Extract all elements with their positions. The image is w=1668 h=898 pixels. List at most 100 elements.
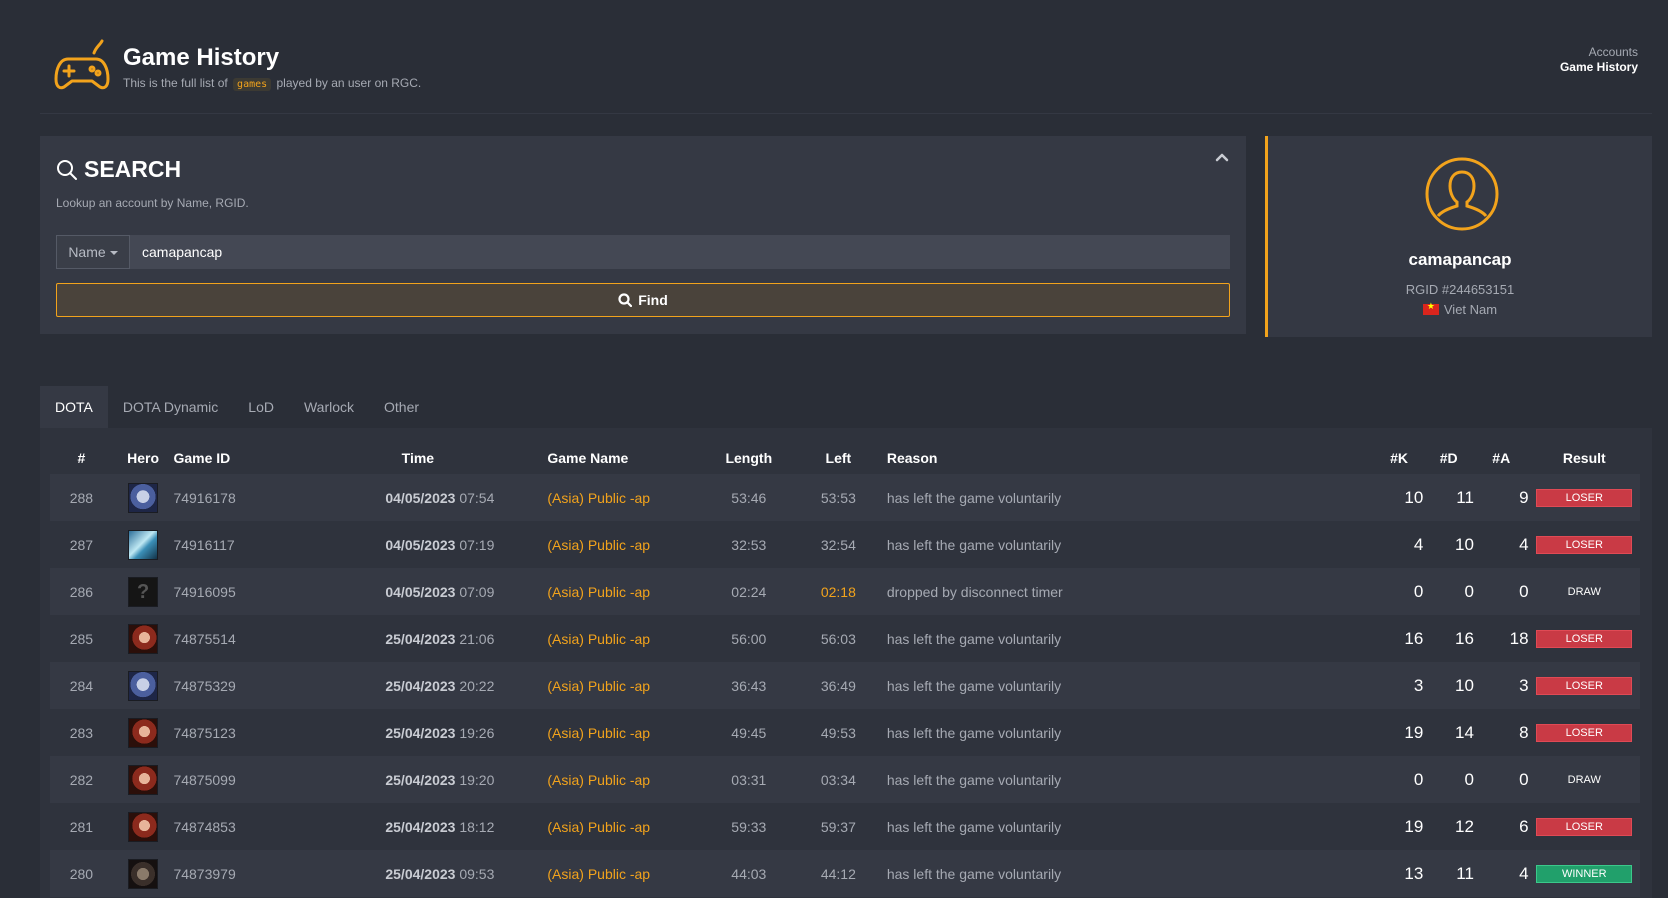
tab-lod[interactable]: LoD	[233, 386, 289, 428]
table-row[interactable]: 280 74873979 25/04/2023 09:53 (Asia) Public…	[50, 850, 1640, 897]
subtitle-code: games	[233, 78, 272, 91]
kills: 0	[1413, 581, 1424, 601]
tab-warlock[interactable]: Warlock	[289, 386, 369, 428]
tab-other[interactable]: Other	[369, 386, 434, 428]
hero-cell	[113, 850, 174, 897]
game-date: 25/04/2023	[385, 724, 456, 741]
vietnam-flag-icon	[1422, 301, 1439, 315]
col-game-id[interactable]: Game ID	[173, 442, 333, 474]
game-length: 56:00	[731, 630, 767, 647]
table-row[interactable]: 283 74875123 25/04/2023 19:26 (Asia) Public…	[50, 709, 1640, 756]
hero-female-icon[interactable]	[128, 811, 159, 842]
col-result[interactable]: Result	[1529, 442, 1640, 474]
game-name-link[interactable]: (Asia) Public -ap	[547, 772, 650, 788]
table-row[interactable]: 285 74875514 25/04/2023 21:06 (Asia) Public…	[50, 615, 1640, 662]
col-hero[interactable]: Hero	[113, 442, 174, 474]
leave-reason: has left the game voluntarily	[886, 818, 1062, 835]
game-left: 53:53	[820, 489, 856, 506]
leave-reason: has left the game voluntarily	[886, 536, 1062, 553]
assists: 18	[1509, 628, 1529, 648]
col-game-name[interactable]: Game Name	[502, 442, 699, 474]
table-body: 288 74916178 04/05/2023 07:54 (Asia) Public…	[50, 474, 1640, 897]
game-time: 25/04/2023 19:20	[333, 756, 502, 803]
deaths: 10	[1455, 675, 1474, 695]
col-assists[interactable]: #A	[1474, 442, 1529, 474]
deaths: 12	[1455, 816, 1474, 836]
game-time: 04/05/2023 07:19	[333, 521, 502, 568]
game-history-table: # Hero Game ID Time Game Name Length Lef…	[50, 442, 1640, 897]
result-badge: DRAW	[1567, 774, 1601, 786]
game-name-link[interactable]: (Asia) Public -ap	[547, 537, 650, 553]
game-id: 74875329	[173, 677, 236, 694]
hero-female-icon[interactable]	[128, 764, 159, 795]
col-kills[interactable]: #K	[1375, 442, 1424, 474]
find-button[interactable]: Find	[56, 283, 1230, 317]
leave-reason: has left the game voluntarily	[886, 630, 1062, 647]
col-index[interactable]: #	[50, 442, 113, 474]
hero-beast-icon[interactable]	[128, 858, 159, 889]
result-cell: LOSER	[1529, 521, 1640, 568]
table-row[interactable]: 281 74874853 25/04/2023 18:12 (Asia) Public…	[50, 803, 1640, 850]
game-id: 74875123	[173, 724, 236, 741]
game-id: 74916178	[173, 489, 236, 506]
kills: 10	[1404, 487, 1424, 507]
game-clock: 09:53	[459, 865, 495, 882]
tab-dota[interactable]: DOTA	[40, 386, 108, 428]
table-row[interactable]: 286? 74916095 04/05/2023 07:09 (Asia) Publi…	[50, 568, 1640, 615]
deaths: 10	[1455, 534, 1474, 554]
game-clock: 19:26	[459, 724, 495, 741]
search-row: Name	[56, 235, 1230, 269]
game-name-link[interactable]: (Asia) Public -ap	[547, 584, 650, 600]
hero-wolf-icon[interactable]	[128, 482, 159, 513]
assists: 6	[1519, 816, 1529, 836]
result-badge: LOSER	[1536, 489, 1633, 507]
deaths: 14	[1455, 722, 1474, 742]
game-id: 74874853	[173, 818, 236, 835]
hero-wolf-icon[interactable]	[128, 670, 159, 701]
game-time: 25/04/2023 09:53	[333, 850, 502, 897]
result-cell: DRAW	[1529, 568, 1640, 615]
table-header-row: # Hero Game ID Time Game Name Length Lef…	[50, 442, 1640, 474]
dropdown-value: Name	[68, 244, 106, 260]
game-name-link[interactable]: (Asia) Public -ap	[547, 866, 650, 882]
game-name-link[interactable]: (Asia) Public -ap	[547, 725, 650, 741]
hero-cell	[113, 756, 174, 803]
game-clock: 07:09	[459, 583, 495, 600]
result-cell: LOSER	[1529, 662, 1640, 709]
kills: 16	[1404, 628, 1424, 648]
game-id: 74875099	[173, 771, 236, 788]
country-name: Viet Nam	[1443, 302, 1498, 317]
game-name-link[interactable]: (Asia) Public -ap	[547, 631, 650, 647]
chevron-up-icon[interactable]	[1214, 150, 1230, 166]
deaths: 11	[1456, 863, 1474, 883]
col-length[interactable]: Length	[700, 442, 798, 474]
page-header: Game History This is the full list of ga…	[40, 26, 1652, 114]
search-input[interactable]	[130, 235, 1230, 269]
table-row[interactable]: 282 74875099 25/04/2023 19:20 (Asia) Public…	[50, 756, 1640, 803]
col-deaths[interactable]: #D	[1423, 442, 1474, 474]
hero-unknown-icon[interactable]: ?	[128, 576, 159, 607]
hero-female-icon[interactable]	[128, 623, 159, 654]
col-time[interactable]: Time	[333, 442, 502, 474]
breadcrumb-accounts[interactable]: Accounts	[1560, 45, 1638, 59]
search-type-dropdown[interactable]: Name	[56, 235, 130, 269]
table-row[interactable]: 287 74916117 04/05/2023 07:19 (Asia) Public…	[50, 521, 1640, 568]
hero-female-icon[interactable]	[128, 717, 159, 748]
col-reason[interactable]: Reason	[879, 442, 1375, 474]
table-row[interactable]: 284 74875329 25/04/2023 20:22 (Asia) Public…	[50, 662, 1640, 709]
tab-dota-dynamic[interactable]: DOTA Dynamic	[108, 386, 233, 428]
table-row[interactable]: 288 74916178 04/05/2023 07:54 (Asia) Public…	[50, 474, 1640, 521]
kills: 0	[1413, 769, 1424, 789]
game-name-link[interactable]: (Asia) Public -ap	[547, 678, 650, 694]
game-date: 04/05/2023	[385, 536, 456, 553]
game-name-link[interactable]: (Asia) Public -ap	[547, 819, 650, 835]
game-left: 03:34	[820, 771, 856, 788]
hero-ice-icon[interactable]	[128, 529, 159, 560]
row-index: 288	[69, 489, 94, 506]
game-clock: 20:22	[459, 677, 495, 694]
col-left[interactable]: Left	[798, 442, 879, 474]
row-index: 287	[69, 536, 94, 553]
game-date: 25/04/2023	[385, 677, 456, 694]
result-cell: LOSER	[1529, 474, 1640, 521]
game-name-link[interactable]: (Asia) Public -ap	[547, 490, 650, 506]
